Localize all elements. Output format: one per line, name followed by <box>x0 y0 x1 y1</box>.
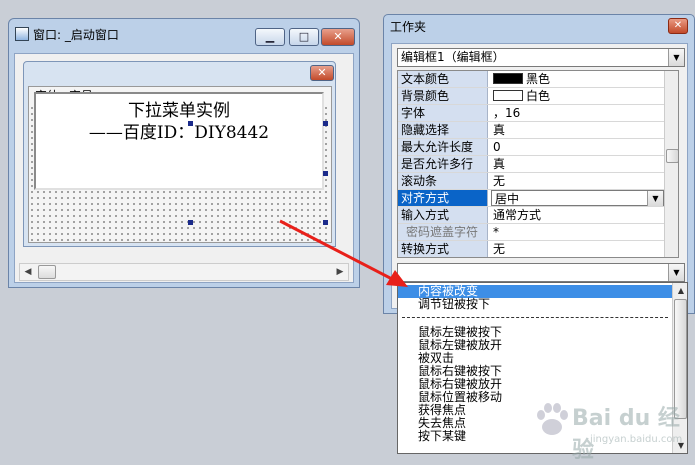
watermark-text: Bai du 经验 <box>572 406 680 463</box>
property-key: 文本颜色 <box>398 71 488 87</box>
scroll-right-arrow-icon[interactable]: ▶ <box>332 264 348 280</box>
event-selector-combo[interactable]: ▼ <box>397 263 685 282</box>
property-value: * <box>493 225 499 239</box>
scroll-thumb[interactable] <box>666 149 678 163</box>
minimize-button[interactable]: ▁ <box>255 28 285 46</box>
scroll-thumb[interactable] <box>38 265 56 279</box>
designer-form[interactable]: ✕ 字体字号 下拉菜单实例 ——百度ID：DIY8442 <box>23 61 336 247</box>
resize-handle-right[interactable] <box>323 171 328 176</box>
align-mode-combo[interactable]: 居中 ▼ <box>491 190 664 206</box>
property-key: 最大允许长度 <box>398 139 488 155</box>
toolbox-panel: 工作夹 ✕ 编辑框1（编辑框） ▼ 文本颜色 黑色 背景颜色 白色 字体 ，16… <box>383 14 695 314</box>
color-swatch-black <box>493 73 523 84</box>
chevron-down-icon[interactable]: ▼ <box>668 49 684 66</box>
window-app-icon <box>15 27 29 41</box>
resize-handle-bottom-right[interactable] <box>323 220 328 225</box>
editbox-line-2: ——百度ID：DIY8442 <box>88 123 270 143</box>
property-grid-scrollbar[interactable] <box>664 71 678 257</box>
property-key: 输入方式 <box>398 207 488 223</box>
scroll-left-arrow-icon[interactable]: ◀ <box>20 264 36 280</box>
property-value: 无 <box>493 242 506 256</box>
toolbox-close-button[interactable]: ✕ <box>668 18 688 34</box>
watermark-url: jingyan.baidu.com <box>590 434 683 445</box>
property-value: ，16 <box>493 106 521 120</box>
property-row[interactable]: 隐藏选择 真 <box>398 122 664 139</box>
toolbox-title: 工作夹 <box>390 20 427 34</box>
start-window: 窗口: _启动窗口 ▁ □ ✕ ✕ 字体字号 下拉菜单实例 ——百度ID：DIY… <box>8 18 360 288</box>
start-window-title: 窗口: _启动窗口 <box>33 28 119 42</box>
property-value: 白色 <box>526 89 551 103</box>
property-value: 真 <box>493 157 506 171</box>
property-key: 是否允许多行 <box>398 156 488 172</box>
object-selector-combo[interactable]: 编辑框1（编辑框） ▼ <box>397 48 685 67</box>
property-row[interactable]: 字体 ，16 <box>398 105 664 122</box>
property-value: 黑色 <box>526 72 551 86</box>
property-value-wrap: 白色 <box>491 88 664 104</box>
property-value: 居中 <box>495 192 520 206</box>
property-row-selected[interactable]: 对齐方式 居中 ▼ <box>398 190 664 207</box>
property-row[interactable]: 输入方式 通常方式 <box>398 207 664 224</box>
list-item[interactable]: 调节钮被按下 <box>398 298 672 311</box>
resize-handle-top[interactable] <box>188 121 193 126</box>
editbox-1[interactable]: 下拉菜单实例 ——百度ID：DIY8442 <box>34 92 324 190</box>
start-window-title-bar[interactable]: 窗口: _启动窗口 <box>15 25 245 45</box>
baidu-watermark: Bai du 经验 jingyan.baidu.com <box>530 398 690 463</box>
property-key: 背景颜色 <box>398 88 488 104</box>
property-value-wrap: 黑色 <box>491 71 664 87</box>
object-selector-value: 编辑框1（编辑框） <box>401 50 505 64</box>
editbox-line-1: 下拉菜单实例 <box>128 101 230 121</box>
property-row[interactable]: 文本颜色 黑色 <box>398 71 664 88</box>
property-key: 对齐方式 <box>398 190 488 206</box>
property-row[interactable]: 滚动条 无 <box>398 173 664 190</box>
property-row[interactable]: 密码遮盖字符 * <box>398 224 664 241</box>
property-key: 密码遮盖字符 <box>398 224 488 240</box>
list-separator <box>402 317 668 318</box>
form-close-button[interactable]: ✕ <box>310 65 334 81</box>
resize-handle-bottom[interactable] <box>188 220 193 225</box>
horizontal-scrollbar[interactable]: ◀ ▶ <box>19 263 349 281</box>
property-row[interactable]: 最大允许长度 0 <box>398 139 664 156</box>
property-key: 字体 <box>398 105 488 121</box>
property-grid[interactable]: 文本颜色 黑色 背景颜色 白色 字体 ，16 隐藏选择 真 最大允许长度 0 是… <box>397 70 679 258</box>
resize-handle-top-right[interactable] <box>323 121 328 126</box>
property-key: 转换方式 <box>398 241 488 257</box>
chevron-down-icon[interactable]: ▼ <box>647 191 663 206</box>
property-row[interactable]: 转换方式 无 <box>398 241 664 257</box>
maximize-button[interactable]: □ <box>289 28 319 46</box>
property-key: 滚动条 <box>398 173 488 189</box>
chevron-down-icon[interactable]: ▼ <box>668 264 684 281</box>
property-row[interactable]: 背景颜色 白色 <box>398 88 664 105</box>
color-swatch-white <box>493 90 523 101</box>
property-value: 无 <box>493 174 506 188</box>
baidu-paw-icon <box>537 403 568 435</box>
property-value: 0 <box>493 140 501 154</box>
property-value: 真 <box>493 123 506 137</box>
property-value: 通常方式 <box>493 208 542 222</box>
property-key: 隐藏选择 <box>398 122 488 138</box>
scroll-up-arrow-icon[interactable]: ▲ <box>673 284 687 298</box>
property-row[interactable]: 是否允许多行 真 <box>398 156 664 173</box>
close-button[interactable]: ✕ <box>321 28 355 46</box>
